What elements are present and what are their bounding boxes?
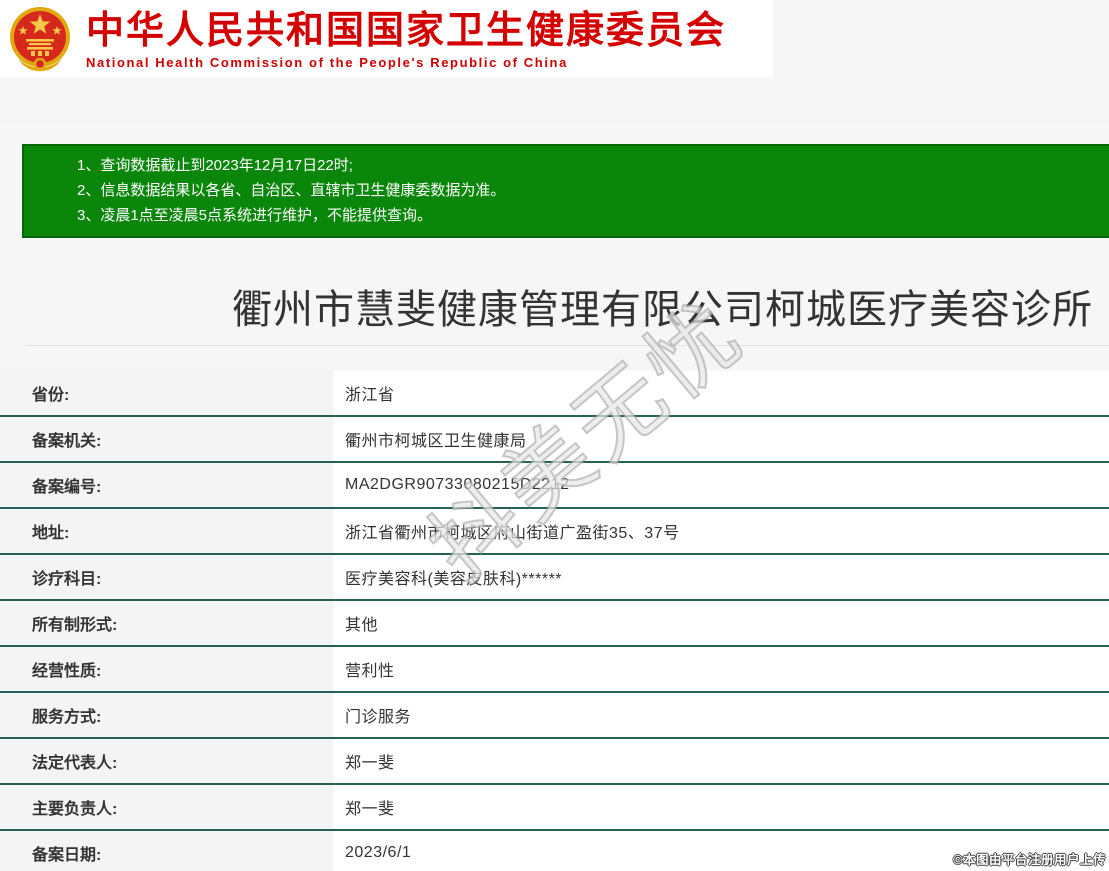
- header-divider: [0, 127, 1109, 128]
- field-label: 地址:: [0, 509, 333, 553]
- table-row: 主要负责人: 郑一斐: [0, 785, 1109, 831]
- page-title: 衢州市慧斐健康管理有限公司柯城医疗美容诊所: [0, 284, 1109, 336]
- table-row: 所有制形式: 其他: [0, 601, 1109, 647]
- record-table: 省份: 浙江省 备案机关: 衢州市柯城区卫生健康局 备案编号: MA2DGR90…: [0, 371, 1109, 871]
- field-value: 衢州市柯城区卫生健康局: [333, 417, 1109, 461]
- table-row: 服务方式: 门诊服务: [0, 693, 1109, 739]
- field-value: MA2DGR90733080215D2212: [333, 463, 1109, 507]
- table-row: 省份: 浙江省: [0, 371, 1109, 417]
- header-titles: 中华人民共和国国家卫生健康委员会 National Health Commiss…: [86, 7, 726, 71]
- notice-box: 1、查询数据截止到2023年12月17日22时; 2、信息数据结果以各省、自治区…: [22, 144, 1109, 238]
- field-value: 门诊服务: [333, 693, 1109, 737]
- table-row: 备案日期: 2023/6/1: [0, 831, 1109, 871]
- table-row: 法定代表人: 郑一斐: [0, 739, 1109, 785]
- field-label: 所有制形式:: [0, 601, 333, 645]
- field-label: 备案机关:: [0, 417, 333, 461]
- field-label: 主要负责人:: [0, 785, 333, 829]
- field-value: 其他: [333, 601, 1109, 645]
- table-row: 地址: 浙江省衢州市柯城区府山街道广盈街35、37号: [0, 509, 1109, 555]
- record-title-wrap: 衢州市慧斐健康管理有限公司柯城医疗美容诊所: [0, 284, 1109, 336]
- org-name-zh: 中华人民共和国国家卫生健康委员会: [86, 9, 726, 53]
- org-name-en: National Health Commission of the People…: [86, 55, 726, 71]
- field-label: 诊疗科目:: [0, 555, 333, 599]
- table-row: 备案机关: 衢州市柯城区卫生健康局: [0, 417, 1109, 463]
- field-label: 备案编号:: [0, 463, 333, 507]
- notice-line: 2、信息数据结果以各省、自治区、直辖市卫生健康委数据为准。: [77, 178, 1109, 203]
- field-label: 省份:: [0, 371, 333, 415]
- field-label: 法定代表人:: [0, 739, 333, 783]
- title-table-separator: [25, 345, 1109, 346]
- table-row: 经营性质: 营利性: [0, 647, 1109, 693]
- table-row: 诊疗科目: 医疗美容科(美容皮肤科)******: [0, 555, 1109, 601]
- field-value: 营利性: [333, 647, 1109, 691]
- nhc-registration-page: { "header": { "emblem_icon": "china-nati…: [0, 0, 1109, 871]
- notice-line: 3、凌晨1点至凌晨5点系统进行维护，不能提供查询。: [77, 203, 1109, 228]
- field-label: 经营性质:: [0, 647, 333, 691]
- field-value: 郑一斐: [333, 785, 1109, 829]
- field-label: 服务方式:: [0, 693, 333, 737]
- field-value: 郑一斐: [333, 739, 1109, 783]
- page-container: 中华人民共和国国家卫生健康委员会 National Health Commiss…: [0, 0, 1109, 871]
- china-national-emblem-icon: [8, 6, 72, 72]
- field-value: 医疗美容科(美容皮肤科)******: [333, 555, 1109, 599]
- field-value: 浙江省: [333, 371, 1109, 415]
- field-value: 浙江省衢州市柯城区府山街道广盈街35、37号: [333, 509, 1109, 553]
- table-row: 备案编号: MA2DGR90733080215D2212: [0, 463, 1109, 509]
- site-header: 中华人民共和国国家卫生健康委员会 National Health Commiss…: [0, 0, 773, 77]
- credit-watermark: ©本图由平台注册用户上传: [953, 849, 1106, 868]
- field-label: 备案日期:: [0, 831, 333, 871]
- notice-line: 1、查询数据截止到2023年12月17日22时;: [77, 153, 1109, 178]
